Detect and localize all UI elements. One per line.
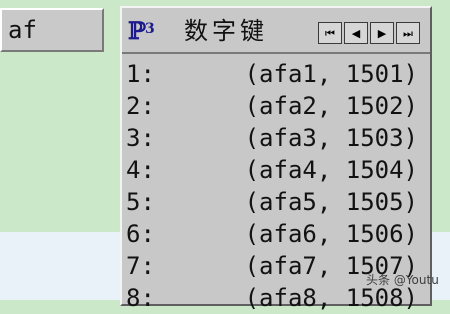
candidate-index: 8:: [126, 284, 155, 312]
next-page-icon: ▶: [377, 26, 387, 40]
watermark-text: 头条 @Youtu: [366, 273, 439, 287]
candidate-title-bar: ℙ3 数字键 ⏮ ◀ ▶ ⏭: [122, 8, 430, 54]
first-page-button[interactable]: ⏮: [318, 22, 342, 44]
last-page-button[interactable]: ⏭: [396, 22, 420, 44]
logo-letter: ℙ: [128, 16, 146, 45]
ime-logo-icon: ℙ3: [128, 18, 166, 44]
previous-page-icon: ◀: [351, 26, 361, 40]
candidate-item[interactable]: 5: (afa5, 1505): [126, 186, 426, 218]
candidate-item[interactable]: 1: (afa1, 1501): [126, 58, 426, 90]
candidate-value: (afa5, 1505): [244, 188, 418, 216]
page-navigation: ⏮ ◀ ▶ ⏭: [318, 22, 422, 44]
candidate-index: 4:: [126, 156, 155, 184]
candidate-item[interactable]: 6: (afa6, 1506): [126, 218, 426, 250]
last-page-icon: ⏭: [403, 26, 413, 40]
candidate-index: 2:: [126, 92, 155, 120]
candidate-window: ℙ3 数字键 ⏮ ◀ ▶ ⏭ 1: (afa1, 1501) 2: (afa2,…: [120, 6, 432, 312]
input-composition-box[interactable]: af: [0, 8, 104, 52]
candidate-index: 7:: [126, 252, 155, 280]
candidate-item[interactable]: 3: (afa3, 1503): [126, 122, 426, 154]
first-page-icon: ⏮: [325, 26, 335, 40]
candidate-index: 3:: [126, 124, 155, 152]
candidate-index: 6:: [126, 220, 155, 248]
candidate-item[interactable]: 2: (afa2, 1502): [126, 90, 426, 122]
candidate-value: (afa1, 1501): [244, 60, 418, 88]
mode-title: 数字键: [184, 17, 268, 45]
candidate-index: 1:: [126, 60, 155, 88]
candidate-item[interactable]: 4: (afa4, 1504): [126, 154, 426, 186]
input-composition-text: af: [8, 16, 37, 44]
candidate-index: 5:: [126, 188, 155, 216]
logo-superscript: 3: [145, 21, 155, 37]
previous-page-button[interactable]: ◀: [344, 22, 368, 44]
candidate-value: (afa4, 1504): [244, 156, 418, 184]
next-page-button[interactable]: ▶: [370, 22, 394, 44]
candidate-value: (afa2, 1502): [244, 92, 418, 120]
candidate-value: (afa3, 1503): [244, 124, 418, 152]
candidate-value: (afa6, 1506): [244, 220, 418, 248]
